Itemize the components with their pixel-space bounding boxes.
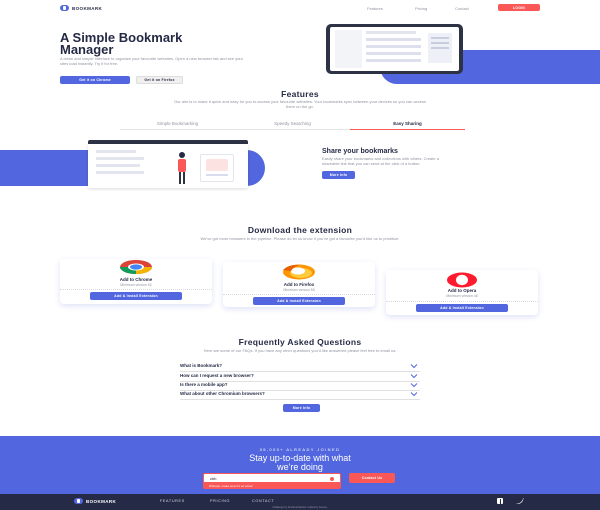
faq-item-2[interactable]: How can I request a new browser? bbox=[180, 373, 420, 382]
firefox-install-button[interactable]: Add & Install Extension bbox=[253, 297, 345, 305]
firefox-card: Add to Firefox Minimum version 55 Add & … bbox=[223, 262, 375, 307]
bookmark-logo-icon bbox=[60, 5, 69, 11]
faq-question-1: What is Bookmark? bbox=[180, 363, 223, 368]
faq-description: Here are some of our FAQs. If you have a… bbox=[203, 348, 397, 353]
firefox-logo-icon bbox=[275, 264, 323, 280]
footer-logo[interactable]: BOOKMARK bbox=[74, 498, 116, 504]
feature-more-info-button[interactable]: More Info bbox=[322, 171, 355, 179]
faq-title: Frequently Asked Questions bbox=[238, 337, 362, 347]
header-logo-text: BOOKMARK bbox=[72, 5, 103, 11]
login-button[interactable]: LOGIN bbox=[498, 4, 540, 11]
faq-question-3: Is there a mobile app? bbox=[180, 382, 228, 387]
newsletter-section: 35,000+ ALREADY JOINED Stay up-to-date w… bbox=[0, 436, 600, 494]
newsletter-error-message: Whoops, make sure it's an email bbox=[203, 483, 341, 489]
bookmark-logo-icon bbox=[74, 498, 83, 504]
twitter-icon[interactable] bbox=[516, 498, 524, 504]
newsletter-title: Stay up-to-date with what we're doing bbox=[150, 454, 450, 471]
nav-features-link[interactable]: Features bbox=[367, 6, 383, 11]
tab-simple-bookmarking-label: Simple Bookmarking bbox=[156, 121, 199, 126]
tablet-frame bbox=[326, 24, 463, 74]
contact-us-button[interactable]: Contact Us bbox=[349, 473, 395, 483]
firefox-card-version: Minimum version 55 bbox=[283, 288, 315, 292]
hero-illustration bbox=[320, 24, 600, 84]
tab-speedy-searching[interactable]: Speedy Searching bbox=[235, 117, 350, 130]
get-chrome-button[interactable]: Get it on Chrome bbox=[60, 76, 130, 84]
opera-card: Add to Opera Minimum version 46 Add & In… bbox=[386, 270, 538, 315]
footer-logo-text: BOOKMARK bbox=[86, 498, 117, 504]
footer-attribution: Challenge by Frontend Mentor. Coded by J… bbox=[272, 505, 328, 509]
header-logo[interactable]: BOOKMARK bbox=[60, 5, 102, 11]
faq-item-3[interactable]: Is there a mobile app? bbox=[180, 382, 420, 391]
error-icon bbox=[329, 476, 334, 481]
nav-pricing-link[interactable]: Pricing bbox=[415, 6, 427, 11]
tab-speedy-searching-label: Speedy Searching bbox=[274, 121, 311, 126]
chevron-down-icon bbox=[410, 364, 418, 369]
newsletter-title-line-2: we're doing bbox=[277, 461, 323, 472]
chevron-down-icon bbox=[410, 374, 418, 379]
chevron-down-icon bbox=[410, 392, 418, 397]
hero-title: A Simple Bookmark Manager bbox=[60, 31, 260, 57]
faq-more-info-button[interactable]: More Info bbox=[283, 404, 320, 412]
person-figure bbox=[176, 152, 188, 188]
features-description: Our aim is to make it quick and easy for… bbox=[174, 99, 426, 109]
chevron-down-icon bbox=[410, 383, 418, 388]
newsletter-email-field[interactable]: cbb bbox=[203, 473, 341, 483]
features-tabs: Simple Bookmarking Speedy Searching Easy… bbox=[120, 117, 465, 130]
tab-simple-bookmarking[interactable]: Simple Bookmarking bbox=[120, 117, 235, 130]
tab-easy-sharing-label: Easy Sharing bbox=[393, 121, 422, 126]
footer-link-contact[interactable]: CONTACT bbox=[252, 499, 274, 503]
chrome-card-version: Minimum version 62 bbox=[120, 283, 152, 287]
feature-panel-text: Easily share your bookmarks and collecti… bbox=[322, 156, 439, 166]
facebook-icon[interactable] bbox=[497, 498, 503, 504]
newsletter-email-value: cbb bbox=[210, 476, 217, 481]
firefox-card-title: Add to Firefox bbox=[283, 282, 315, 287]
feature-panel-title: Share your bookmarks bbox=[322, 148, 398, 155]
newsletter-eyebrow: 35,000+ ALREADY JOINED bbox=[259, 447, 341, 452]
feature-panel: Share your bookmarks Easily share your b… bbox=[0, 134, 600, 204]
site-header: BOOKMARK Features Pricing Contact LOGIN bbox=[0, 0, 600, 16]
chrome-card-title: Add to Chrome bbox=[119, 277, 153, 282]
opera-logo-icon bbox=[442, 272, 482, 288]
opera-card-version: Minimum version 46 bbox=[446, 294, 478, 298]
opera-card-title: Add to Opera bbox=[447, 288, 477, 293]
opera-install-button[interactable]: Add & Install Extension bbox=[416, 304, 508, 312]
chrome-card: Add to Chrome Minimum version 62 Add & I… bbox=[60, 259, 212, 304]
hero-description: A clean and simple interface to organize… bbox=[60, 56, 243, 66]
sharing-illustration bbox=[88, 140, 248, 190]
footer-link-pricing[interactable]: PRICING bbox=[210, 499, 230, 503]
hero-section: A Simple Bookmark Manager A clean and si… bbox=[0, 16, 600, 84]
tablet-screen bbox=[330, 27, 459, 71]
get-firefox-button[interactable]: Get it on Firefox bbox=[136, 76, 183, 84]
faq-question-2: How can I request a new browser? bbox=[180, 373, 254, 378]
chrome-logo-icon bbox=[116, 259, 156, 275]
share-card-illustration bbox=[200, 154, 234, 182]
footer-link-features[interactable]: FEATURES bbox=[160, 499, 185, 503]
tab-easy-sharing[interactable]: Easy Sharing bbox=[350, 117, 465, 130]
download-description: We've got more browsers in the pipeline.… bbox=[200, 236, 400, 241]
newsletter-error-text: Whoops, make sure it's an email bbox=[209, 484, 253, 488]
site-footer: BOOKMARK FEATURES PRICING CONTACT Challe… bbox=[0, 494, 600, 510]
chrome-install-button[interactable]: Add & Install Extension bbox=[90, 292, 182, 300]
faq-item-4[interactable]: What about other Chromium browsers? bbox=[180, 391, 420, 400]
features-title: Features bbox=[281, 89, 319, 99]
download-title: Download the extension bbox=[247, 225, 353, 235]
nav-contact-link[interactable]: Contact bbox=[455, 6, 469, 11]
faq-item-1[interactable]: What is Bookmark? bbox=[180, 363, 420, 372]
hero-title-line-2: Manager bbox=[60, 42, 114, 57]
faq-question-4: What about other Chromium browsers? bbox=[180, 391, 265, 396]
